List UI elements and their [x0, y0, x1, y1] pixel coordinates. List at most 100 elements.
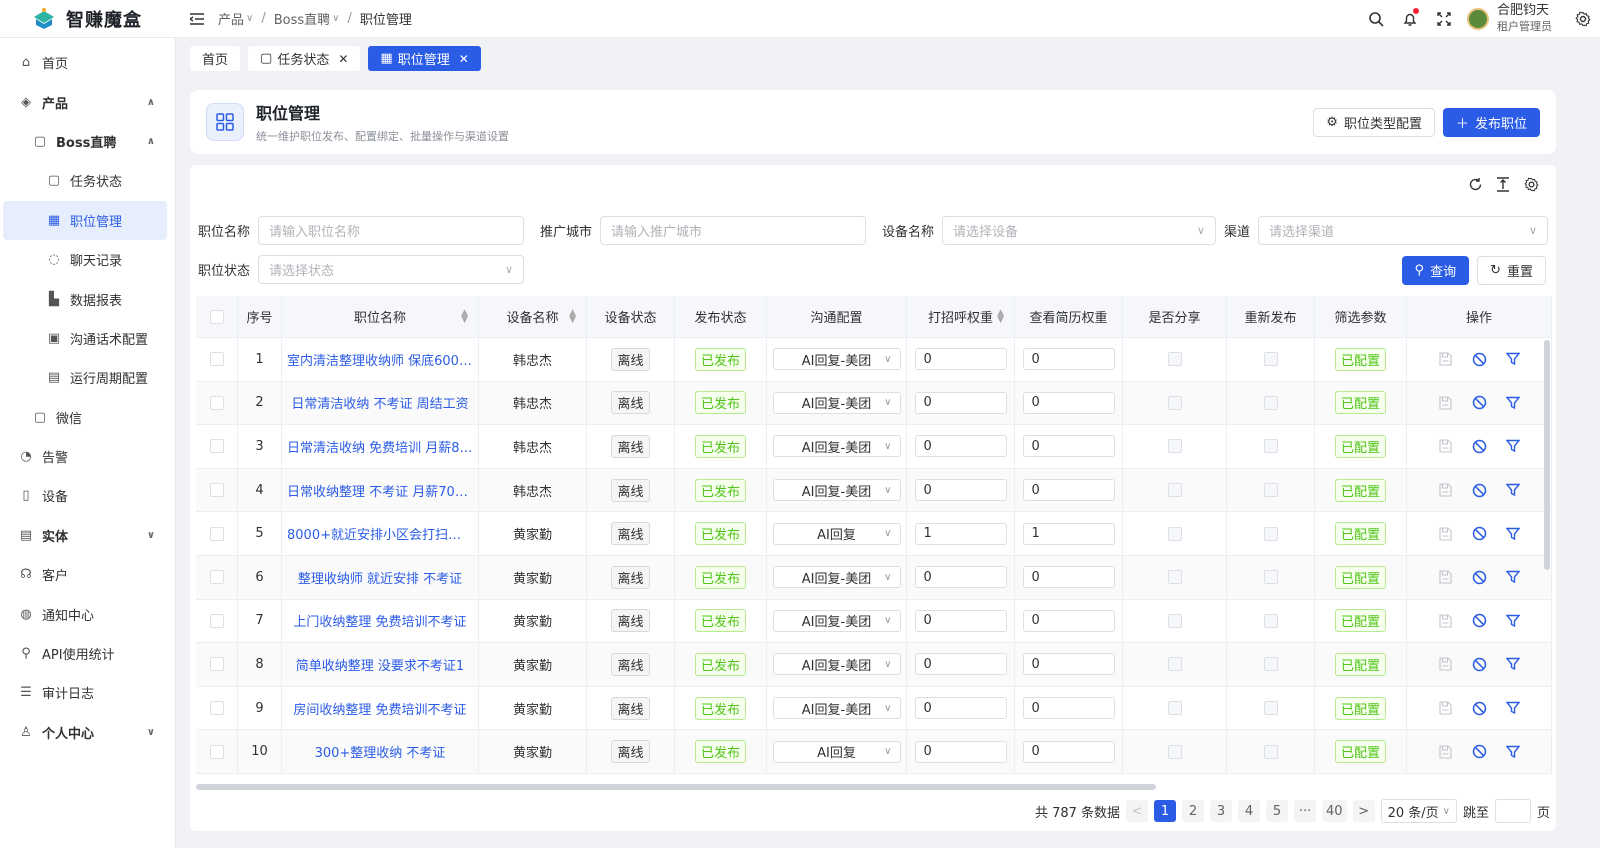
filter-params-badge[interactable]: 已配置 [1334, 565, 1386, 589]
filter-params-badge[interactable]: 已配置 [1334, 478, 1386, 502]
tab-home[interactable]: 首页 [190, 46, 241, 71]
comm-config-select[interactable]: AI回复-美团 ∨ [772, 348, 901, 371]
comm-config-select[interactable]: AI回复-美团 ∨ [772, 435, 901, 458]
filter-params-badge[interactable]: 已配置 [1334, 522, 1386, 546]
row-checkbox[interactable] [209, 570, 224, 585]
page-5[interactable]: 5 [1266, 800, 1289, 822]
filter-icon[interactable] [1505, 700, 1521, 716]
sidebar-item-boss[interactable]: ▢ Boss直聘 ∧ [0, 122, 175, 161]
sidebar-item-notifications[interactable]: ◍ 通知中心 [0, 594, 175, 633]
row-checkbox[interactable] [209, 701, 224, 716]
filter-icon[interactable] [1505, 569, 1521, 585]
save-icon[interactable] [1437, 613, 1453, 629]
row-checkbox[interactable] [209, 439, 224, 454]
republish-checkbox[interactable] [1263, 570, 1278, 585]
comm-config-select[interactable]: AI回复-美团 ∨ [772, 566, 901, 589]
republish-checkbox[interactable] [1263, 526, 1278, 541]
sidebar-item-script-config[interactable]: ▣ 沟通话术配置 [0, 319, 175, 358]
resume-weight-input[interactable]: 0 [1022, 391, 1115, 414]
refresh-icon[interactable] [1466, 175, 1484, 193]
disable-icon[interactable] [1471, 395, 1487, 411]
page-2[interactable]: 2 [1182, 800, 1205, 822]
resume-weight-input[interactable]: 0 [1022, 740, 1115, 763]
filter-icon[interactable] [1505, 744, 1521, 760]
job-name-link[interactable]: 日常收纳整理 不考证 月薪7000... [287, 481, 473, 500]
share-checkbox[interactable] [1167, 657, 1182, 672]
prev-page-icon[interactable]: < [1126, 800, 1149, 822]
job-name-link[interactable]: 整理收纳师 就近安排 不考证 [298, 568, 462, 587]
resume-weight-input[interactable]: 0 [1022, 653, 1115, 676]
sort-icon[interactable]: ▲ ▼ [461, 308, 468, 324]
sidebar-item-cycle-config[interactable]: ▤ 运行周期配置 [0, 358, 175, 397]
row-checkbox[interactable] [209, 657, 224, 672]
greet-weight-input[interactable]: 0 [914, 697, 1007, 720]
sort-icon[interactable]: ▲ ▼ [997, 308, 1004, 324]
greet-weight-input[interactable]: 0 [914, 609, 1007, 632]
job-name-link[interactable]: 房间收纳整理 免费培训不考证 [293, 699, 466, 718]
job-name-link[interactable]: 室内清洁整理收纳师 保底6000 ... [287, 350, 473, 369]
share-checkbox[interactable] [1167, 613, 1182, 628]
page-3[interactable]: 3 [1210, 800, 1233, 822]
horizontal-scrollbar[interactable] [196, 784, 1156, 790]
comm-config-select[interactable]: AI回复 ∨ [772, 740, 901, 763]
share-checkbox[interactable] [1167, 570, 1182, 585]
resume-weight-input[interactable]: 0 [1022, 435, 1115, 458]
collapse-menu-icon[interactable] [188, 10, 206, 28]
save-icon[interactable] [1437, 351, 1453, 367]
greet-weight-input[interactable]: 1 [914, 522, 1007, 545]
greet-weight-input[interactable]: 0 [914, 653, 1007, 676]
share-checkbox[interactable] [1167, 526, 1182, 541]
disable-icon[interactable] [1471, 482, 1487, 498]
republish-checkbox[interactable] [1263, 701, 1278, 716]
filter-icon[interactable] [1505, 351, 1521, 367]
sidebar-item-profile[interactable]: ♙ 个人中心 ∨ [0, 713, 175, 752]
job-type-config-button[interactable]: ⚙ 职位类型配置 [1313, 108, 1435, 137]
search-icon[interactable] [1359, 0, 1393, 38]
job-name-link[interactable]: 上门收纳整理 免费培训不考证 [293, 611, 466, 630]
republish-checkbox[interactable] [1263, 439, 1278, 454]
city-input[interactable]: 请输入推广城市 [600, 216, 867, 245]
disable-icon[interactable] [1471, 656, 1487, 672]
republish-checkbox[interactable] [1263, 395, 1278, 410]
greet-weight-input[interactable]: 0 [914, 435, 1007, 458]
sidebar-item-alarm[interactable]: ◔ 告警 [0, 437, 175, 476]
settings-icon[interactable] [1522, 175, 1540, 193]
greet-weight-input[interactable]: 0 [914, 348, 1007, 371]
tab-job-management[interactable]: ▦ 职位管理 ✕ [368, 46, 481, 71]
comm-config-select[interactable]: AI回复-美团 ∨ [772, 697, 901, 720]
resume-weight-input[interactable]: 1 [1022, 522, 1115, 545]
filter-icon[interactable] [1505, 656, 1521, 672]
share-checkbox[interactable] [1167, 483, 1182, 498]
disable-icon[interactable] [1471, 700, 1487, 716]
save-icon[interactable] [1437, 700, 1453, 716]
disable-icon[interactable] [1471, 526, 1487, 542]
breadcrumb-boss[interactable]: Boss直聘 [274, 9, 330, 28]
device-select[interactable]: 请选择设备 ∨ [942, 216, 1217, 245]
page-size-select[interactable]: 20 条/页 ∨ [1380, 799, 1457, 823]
filter-params-badge[interactable]: 已配置 [1334, 652, 1386, 676]
app-logo[interactable]: 智赚魔盒 [0, 6, 180, 32]
greet-weight-input[interactable]: 0 [914, 479, 1007, 502]
save-icon[interactable] [1437, 744, 1453, 760]
page-1[interactable]: 1 [1154, 800, 1177, 822]
close-icon[interactable]: ✕ [459, 52, 469, 66]
row-checkbox[interactable] [209, 352, 224, 367]
save-icon[interactable] [1437, 482, 1453, 498]
job-name-link[interactable]: 8000+就近安排小区会打扫就行 [287, 524, 473, 543]
filter-icon[interactable] [1505, 526, 1521, 542]
comm-config-select[interactable]: AI回复 ∨ [772, 522, 901, 545]
job-name-link[interactable]: 日常清洁收纳 不考证 周结工资 [291, 393, 468, 412]
save-icon[interactable] [1437, 656, 1453, 672]
sidebar-item-audit-log[interactable]: ☰ 审计日志 [0, 673, 175, 712]
disable-icon[interactable] [1471, 613, 1487, 629]
sidebar-item-product[interactable]: ◈ 产品 ∧ [0, 82, 175, 121]
page-40[interactable]: 40 [1322, 800, 1347, 822]
republish-checkbox[interactable] [1263, 483, 1278, 498]
user-info[interactable]: 合肥钧天 租户管理员 [1497, 3, 1552, 35]
page-ellipsis[interactable]: ··· [1294, 800, 1317, 822]
disable-icon[interactable] [1471, 744, 1487, 760]
filter-icon[interactable] [1505, 438, 1521, 454]
filter-params-badge[interactable]: 已配置 [1334, 347, 1386, 371]
gear-icon[interactable] [1566, 0, 1600, 38]
job-name-link[interactable]: 300+整理收纳 不考证 [315, 742, 446, 761]
